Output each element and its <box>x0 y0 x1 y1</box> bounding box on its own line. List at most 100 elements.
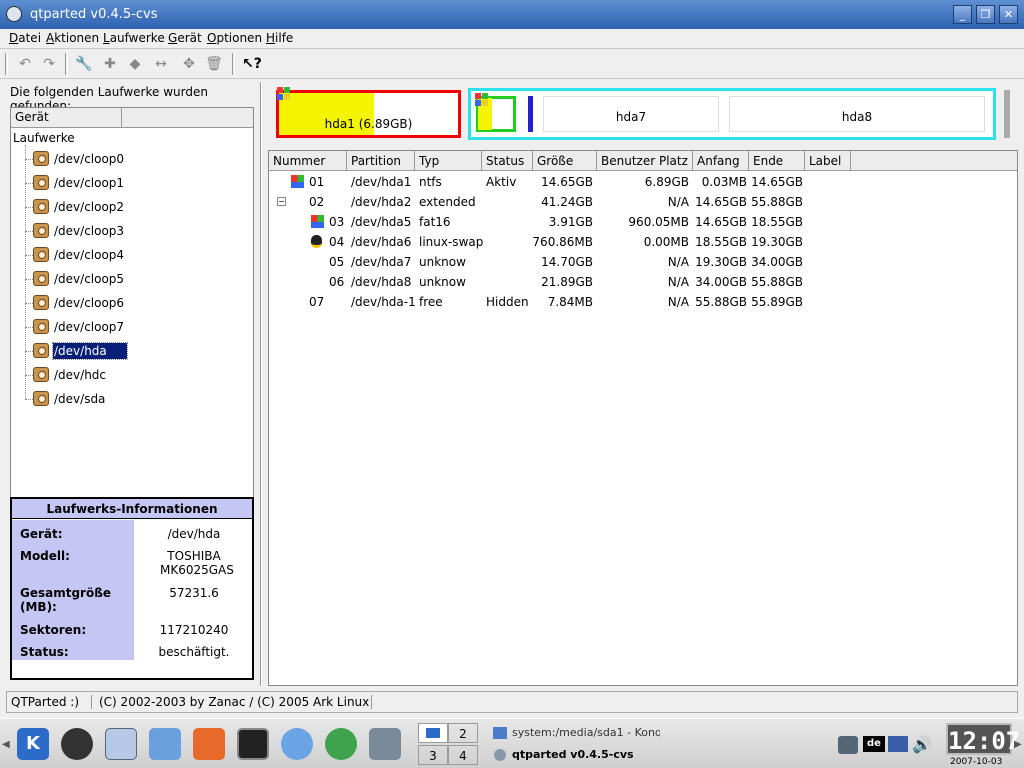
hda7-label: hda7 <box>615 110 647 124</box>
date-label: 2007-10-03 <box>950 757 1003 767</box>
table-row[interactable]: 03/dev/hda5 fat16 3.91GB 960.05MB 14.65GB 18.… <box>269 212 1017 232</box>
toolbar-grip[interactable] <box>5 53 8 75</box>
collapse-icon[interactable]: − <box>277 197 286 206</box>
menu-aktionen[interactable]: Aktionen <box>46 31 99 45</box>
network-icon[interactable] <box>838 736 858 754</box>
hda6-block[interactable] <box>528 96 533 132</box>
property-icon[interactable]: 🔧 <box>75 55 93 73</box>
browser-icon[interactable] <box>281 728 313 760</box>
tree-item-device[interactable]: /dev/sda <box>11 388 253 410</box>
table-row[interactable]: 06/dev/hda8 unknow 21.89GB N/A 34.00GB 55.88G… <box>269 272 1017 292</box>
pager-desktop-2[interactable]: 2 <box>448 723 478 743</box>
table-row[interactable]: 04/dev/hda6 linux-swap 760.86MB 0.00MB 18.55… <box>269 232 1017 252</box>
tree-item-device[interactable]: /dev/hdc <box>11 364 253 386</box>
info-value-model: TOSHIBA MK6025GAS <box>160 549 234 577</box>
hda1-block[interactable]: hda1 (6.89GB) <box>276 90 461 138</box>
create-partition-icon[interactable]: ✚ <box>101 55 119 73</box>
pager-desktop-3[interactable]: 3 <box>418 745 448 765</box>
format-icon[interactable]: ◆ <box>126 55 144 73</box>
tree-item-device[interactable]: /dev/cloop0 <box>11 148 253 170</box>
tree-column-device[interactable]: Gerät <box>15 110 49 124</box>
redo-icon[interactable]: ↷ <box>40 55 58 73</box>
tux-icon <box>311 235 322 248</box>
splitter[interactable] <box>260 82 262 686</box>
hda8-block[interactable]: hda8 <box>729 96 985 132</box>
menu-datei[interactable]: Datei <box>9 31 41 45</box>
tree-item-label: /dev/cloop4 <box>54 248 125 262</box>
tux-icon[interactable] <box>61 728 93 760</box>
task-qtparted[interactable]: qtparted v0.4.5-cvs <box>490 745 660 765</box>
extended-partition-block[interactable]: hda7 hda8 <box>468 88 996 140</box>
maximize-button[interactable]: ❐ <box>976 5 995 24</box>
pager-window-thumb <box>426 728 440 738</box>
keyboard-layout-icon[interactable]: de <box>863 736 885 752</box>
minimize-button[interactable]: _ <box>953 5 972 24</box>
home-icon[interactable] <box>193 728 225 760</box>
cell-num: 03 <box>329 215 345 229</box>
update-icon[interactable] <box>325 728 357 760</box>
close-button[interactable]: ✕ <box>999 5 1018 24</box>
title-bar[interactable]: qtparted v0.4.5-cvs _ ❐ ✕ <box>0 0 1024 29</box>
tree-item-device[interactable]: /dev/cloop7 <box>11 316 253 338</box>
panel-hide-left-icon[interactable]: ◀ <box>2 739 10 750</box>
tree-item-device[interactable]: /dev/hda <box>11 340 253 362</box>
column-end[interactable]: Ende <box>749 151 805 171</box>
table-row[interactable]: 05/dev/hda7 unknow 14.70GB N/A 19.30GB 34.00G… <box>269 252 1017 272</box>
panel-hide-right-icon[interactable]: ▶ <box>1014 739 1022 750</box>
free-space-block[interactable] <box>1004 90 1010 138</box>
hda8-label: hda8 <box>841 110 873 124</box>
toolbar-grip[interactable] <box>232 53 235 75</box>
app-icon[interactable] <box>6 6 22 22</box>
device-panel: Die folgenden Laufwerke wurden gefunden:… <box>6 82 258 686</box>
terminal-icon[interactable] <box>237 728 269 760</box>
column-type[interactable]: Typ <box>415 151 482 171</box>
undo-icon[interactable]: ↶ <box>16 55 34 73</box>
toolbar: ↶ ↷ 🔧 ✚ ◆ ↔ ✥ 🗑 ↖? <box>0 49 1024 79</box>
tree-item-device[interactable]: /dev/cloop4 <box>11 244 253 266</box>
harddisk-icon <box>33 247 49 262</box>
task-konqueror[interactable]: system:/media/sda1 - Konqueror <box>490 723 660 743</box>
resize-icon[interactable]: ↔ <box>152 55 170 73</box>
column-status[interactable]: Status <box>482 151 533 171</box>
whats-this-icon[interactable]: ↖? <box>242 55 262 73</box>
column-partition[interactable]: Partition <box>347 151 415 171</box>
clock[interactable]: 12:07 <box>946 723 1020 755</box>
menu-laufwerke[interactable]: Laufwerke <box>103 31 165 45</box>
pager-desktop-1[interactable] <box>418 723 448 743</box>
delete-icon[interactable]: 🗑 <box>205 55 223 73</box>
kde-menu-icon[interactable]: K <box>17 728 49 760</box>
partition-table[interactable]: Nummer Partition Typ Status Größe Benutz… <box>268 150 1018 686</box>
tree-item-device[interactable]: /dev/cloop5 <box>11 268 253 290</box>
drive-info-title: Laufwerks-Informationen <box>12 499 252 519</box>
control-center-icon[interactable] <box>149 728 181 760</box>
tree-item-device[interactable]: /dev/cloop2 <box>11 196 253 218</box>
menu-hilfe[interactable]: Hilfe <box>266 31 293 45</box>
table-row[interactable]: − 02/dev/hda2 extended 41.24GB N/A 14.65GB 55.… <box>269 192 1017 212</box>
tree-item-device[interactable]: /dev/cloop3 <box>11 220 253 242</box>
display-icon[interactable] <box>888 736 908 752</box>
file-manager-icon[interactable] <box>369 728 401 760</box>
cell-partition: /dev/hda7 <box>351 255 412 269</box>
column-used-space[interactable]: Benutzer Platz <box>597 151 693 171</box>
qtparted-icon <box>494 749 506 761</box>
menu-geraet[interactable]: Gerät <box>168 31 202 45</box>
column-number[interactable]: Nummer <box>269 151 347 171</box>
column-label[interactable]: Label <box>805 151 851 171</box>
menu-optionen[interactable]: Optionen <box>207 31 262 45</box>
cell-size: 41.24GB <box>541 195 593 209</box>
table-row[interactable]: 01/dev/hda1 ntfs Aktiv 14.65GB 6.89GB 0.03MB 1… <box>269 172 1017 192</box>
column-size[interactable]: Größe <box>533 151 597 171</box>
volume-icon[interactable]: 🔊 <box>912 735 932 754</box>
cell-size: 14.65GB <box>541 175 593 189</box>
hda7-block[interactable]: hda7 <box>543 96 719 132</box>
move-icon[interactable]: ✥ <box>180 55 198 73</box>
cell-size: 21.89GB <box>541 275 593 289</box>
tree-item-device[interactable]: /dev/cloop6 <box>11 292 253 314</box>
column-start[interactable]: Anfang <box>693 151 749 171</box>
desktop-icon[interactable] <box>105 728 137 760</box>
pager-desktop-4[interactable]: 4 <box>448 745 478 765</box>
tree-item-device[interactable]: /dev/cloop1 <box>11 172 253 194</box>
toolbar-grip[interactable] <box>65 53 68 75</box>
cell-partition: /dev/hda2 <box>351 195 412 209</box>
table-row[interactable]: 07/dev/hda-1 free Hidden 7.84MB N/A 55.88GB 55… <box>269 292 1017 312</box>
